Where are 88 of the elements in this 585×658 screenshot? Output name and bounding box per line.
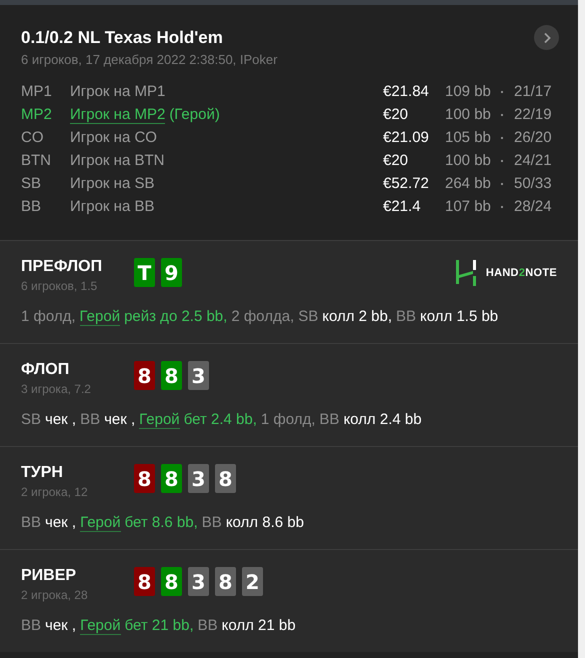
hero-link[interactable]: Герой (80, 617, 121, 635)
playing-card: 8 (134, 464, 155, 493)
street-title: ТУРН (21, 464, 64, 482)
playing-card: 3 (188, 361, 209, 390)
player-stats: 28/24 (514, 198, 552, 215)
hero-link[interactable]: Герой (80, 514, 121, 532)
position-label: BB (202, 514, 222, 532)
player-name-link[interactable]: Игрок на MP2 (70, 106, 166, 124)
action-text: 2 фолда, (231, 308, 294, 326)
street-info: 6 игроков, 1.5 (21, 279, 98, 293)
player-stats: 24/21 (514, 152, 552, 169)
hand-subtitle: 6 игроков, 17 декабря 2022 2:38:50, IPoker (21, 52, 278, 67)
position-label: MP2 (21, 106, 53, 123)
stack-bb: 105 bb (445, 129, 492, 146)
position-label: SB (21, 175, 42, 192)
player-name: Игрок на BB (70, 198, 154, 215)
stack-amount: €21.09 (383, 129, 430, 146)
hero-action-text: бет 21 bb, (124, 617, 194, 635)
hero-action-text: бет 2.4 bb, (184, 411, 257, 429)
action-text: чек , (45, 514, 76, 532)
position-label: SB (298, 308, 318, 326)
action-text: колл 2.4 bb (343, 411, 422, 429)
playing-card: 9 (161, 258, 182, 287)
player-name: Игрок на MP1 (70, 83, 166, 100)
action-text: колл 8.6 bb (226, 514, 304, 532)
action-text: колл 2 bb, (322, 308, 392, 326)
playing-card: 8 (161, 567, 182, 596)
action-text: 1 фолд, (21, 308, 76, 326)
position-label: BB (198, 617, 218, 635)
street-title: РИВЕР (21, 567, 78, 585)
action-text: колл 1.5 bb (420, 308, 498, 326)
street-info: 2 игрока, 28 (21, 588, 89, 602)
playing-card: 8 (161, 361, 182, 390)
position-label: BB (80, 411, 100, 429)
position-label: BB (396, 308, 416, 326)
stack-amount: €21.84 (383, 83, 430, 100)
player-stats: 21/17 (514, 83, 552, 100)
hero-action-text: бет 8.6 bb, (124, 514, 198, 532)
action-text: чек , (45, 411, 76, 429)
street-title: ПРЕФЛОП (21, 258, 104, 276)
stack-amount: €20 (383, 106, 410, 123)
stack-bb: 107 bb (445, 198, 492, 215)
position-label: MP1 (21, 83, 53, 100)
player-name: Игрок на BTN (70, 152, 164, 169)
stack-bb: 109 bb (445, 83, 492, 100)
playing-card: 8 (215, 567, 236, 596)
action-text: чек , (45, 617, 76, 635)
position-label: BB (21, 198, 42, 215)
logo-h-icon (454, 258, 477, 288)
hero-link[interactable]: Герой (80, 308, 120, 326)
action-text: чек , (104, 411, 136, 429)
playing-card: 8 (215, 464, 236, 493)
hand-title: 0.1/0.2 NL Texas Hold'em (21, 28, 224, 48)
street-info: 2 игрока, 12 (21, 485, 89, 499)
position-label: BB (21, 617, 42, 635)
stack-amount: €21.4 (383, 198, 422, 215)
playing-card: T (134, 258, 155, 287)
playing-card: 8 (134, 567, 155, 596)
playing-card: 2 (242, 567, 263, 596)
hero-link[interactable]: Герой (139, 411, 180, 429)
position-label: BB (21, 514, 42, 532)
street-title: ФЛОП (21, 361, 70, 379)
position-label: BTN (21, 152, 52, 169)
action-text: 1 фолд, (260, 411, 316, 429)
next-button[interactable] (534, 25, 559, 50)
playing-card: 8 (134, 361, 155, 390)
stack-amount: €52.72 (383, 175, 430, 192)
position-label: BB (319, 411, 340, 429)
playing-card: 3 (188, 464, 209, 493)
position-label: SB (21, 411, 42, 429)
chevron-right-icon (542, 32, 552, 44)
stack-amount: €20 (383, 152, 410, 169)
hero-tag: (Герой) (169, 106, 220, 124)
logo-wordmark: HAND2NOTE (486, 267, 557, 279)
stack-bb: 100 bb (445, 106, 492, 123)
street-info: 3 игрока, 7.2 (21, 382, 92, 396)
player-name: Игрок на SB (70, 175, 154, 192)
playing-card: 8 (161, 464, 182, 493)
player-stats: 50/33 (514, 175, 552, 192)
position-label: CO (21, 129, 44, 146)
hero-action-text: рейз до 2.5 bb, (124, 308, 228, 326)
action-text: колл 21 bb (222, 617, 296, 635)
playing-card: 3 (188, 567, 209, 596)
player-stats: 22/19 (514, 106, 552, 123)
stack-bb: 100 bb (445, 152, 492, 169)
player-stats: 26/20 (514, 129, 552, 146)
stack-bb: 264 bb (445, 175, 492, 192)
player-name: Игрок на CO (70, 129, 157, 146)
